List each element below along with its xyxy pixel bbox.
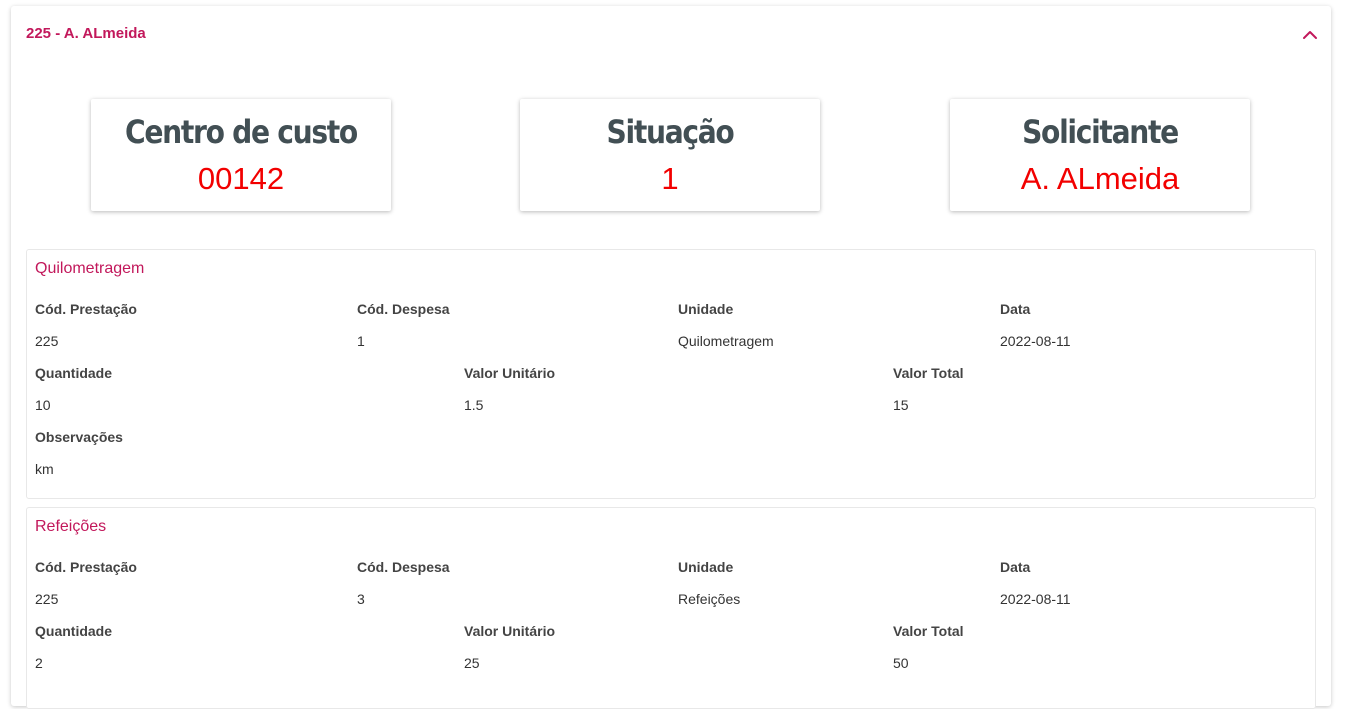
label-observacoes: Observações (35, 429, 123, 445)
requester-card: Solicitante A. ALmeida (950, 99, 1250, 211)
value-cod-prestacao: 225 (35, 591, 59, 607)
chevron-up-icon[interactable] (1299, 24, 1321, 46)
panel-header[interactable]: 225 - A. ALmeida (11, 6, 1331, 62)
value-valor-unitario: 1.5 (464, 397, 484, 413)
section-title: Refeições (35, 518, 107, 535)
requester-value: A. ALmeida (1020, 161, 1180, 196)
label-unidade: Unidade (678, 301, 734, 317)
label-data: Data (1000, 301, 1031, 317)
status-value: 1 (661, 161, 679, 196)
panel-title: 225 - A. ALmeida (26, 25, 146, 42)
label-cod-despesa: Cód. Despesa (357, 301, 450, 317)
section-title: Quilometragem (35, 260, 145, 277)
label-quantidade: Quantidade (35, 365, 113, 381)
label-cod-prestacao: Cód. Prestação (35, 559, 137, 575)
value-data: 2022-08-11 (1000, 591, 1071, 607)
value-valor-total: 50 (893, 655, 909, 671)
label-cod-despesa: Cód. Despesa (357, 559, 450, 575)
label-valor-unitario: Valor Unitário (464, 623, 556, 639)
label-valor-total: Valor Total (893, 365, 964, 381)
label-valor-total: Valor Total (893, 623, 964, 639)
expense-report-panel: 225 - A. ALmeida Centro de custo 00142 S… (11, 6, 1331, 709)
cost-center-card: Centro de custo 00142 (91, 99, 391, 211)
requester-label: Solicitante (1022, 113, 1179, 151)
value-cod-despesa: 3 (357, 591, 365, 607)
cost-center-value: 00142 (197, 161, 285, 196)
value-valor-total: 15 (893, 397, 909, 413)
label-quantidade: Quantidade (35, 623, 113, 639)
value-quantidade: 2 (35, 655, 43, 671)
value-quantidade: 10 (35, 397, 51, 413)
label-data: Data (1000, 559, 1031, 575)
value-data: 2022-08-11 (1000, 333, 1071, 349)
status-card: Situação 1 (520, 99, 820, 211)
value-valor-unitario: 25 (464, 655, 480, 671)
label-unidade: Unidade (678, 559, 734, 575)
expense-section-refeicoes: Refeições Cód. Prestação Cód. Despesa Un… (26, 507, 1316, 709)
value-cod-prestacao: 225 (35, 333, 59, 349)
value-unidade: Quilometragem (678, 333, 774, 349)
value-cod-despesa: 1 (357, 333, 365, 349)
label-valor-unitario: Valor Unitário (464, 365, 556, 381)
value-observacoes: km (35, 461, 54, 477)
value-unidade: Refeições (678, 591, 741, 607)
status-label: Situação (606, 113, 735, 151)
cost-center-label: Centro de custo (125, 113, 358, 151)
expense-section-quilometragem: Quilometragem Cód. Prestação Cód. Despes… (26, 249, 1316, 499)
label-cod-prestacao: Cód. Prestação (35, 301, 137, 317)
